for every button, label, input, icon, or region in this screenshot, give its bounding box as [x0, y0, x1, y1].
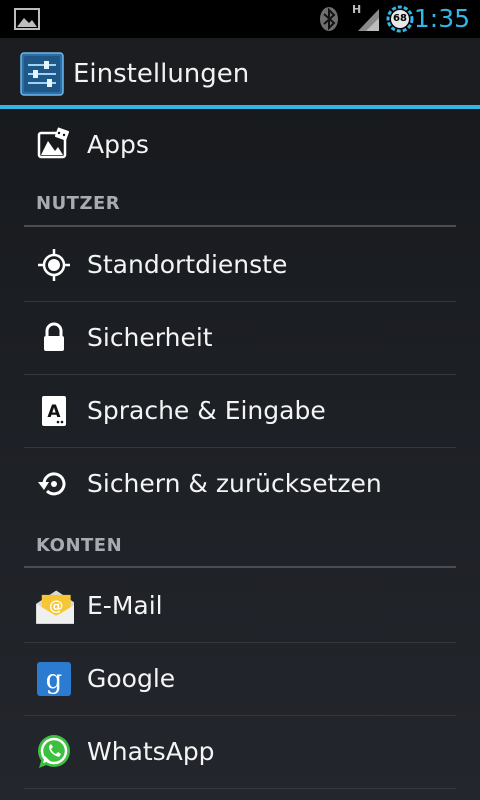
- settings-item-backup[interactable]: Sichern & zurücksetzen: [24, 448, 456, 520]
- settings-item-email[interactable]: @ E-Mail: [24, 570, 456, 642]
- section-divider: [24, 225, 456, 227]
- status-bar: H 68 1:35: [0, 0, 480, 38]
- gallery-icon: [14, 8, 40, 30]
- settings-sliders-icon[interactable]: [20, 52, 64, 96]
- apps-icon: [37, 127, 70, 159]
- settings-item-label: Sicherheit: [87, 323, 213, 352]
- settings-item-location[interactable]: Standortdienste: [24, 229, 456, 301]
- section-divider: [24, 566, 456, 568]
- battery-icon: 68: [386, 5, 414, 33]
- google-icon: g: [37, 662, 71, 696]
- settings-item-security[interactable]: Sicherheit: [24, 302, 456, 374]
- settings-item-google[interactable]: g Google: [24, 643, 456, 715]
- list-divider: [24, 788, 456, 789]
- settings-item-label: E-Mail: [87, 591, 163, 620]
- backup-restore-icon: [38, 472, 66, 496]
- svg-text:A: A: [47, 402, 61, 422]
- svg-text:@: @: [49, 598, 63, 614]
- settings-item-label: Apps: [87, 130, 149, 159]
- settings-item-label: Sichern & zurücksetzen: [87, 469, 382, 498]
- battery-level-text: 68: [393, 13, 407, 24]
- settings-item-label: Google: [87, 664, 176, 693]
- settings-item-whatsapp[interactable]: WhatsApp: [24, 716, 456, 788]
- bluetooth-icon: [320, 7, 338, 31]
- settings-item-label: Sprache & Eingabe: [87, 396, 326, 425]
- network-type-label: H: [352, 3, 362, 16]
- keyboard-a-icon: A: [42, 396, 66, 426]
- email-icon: @: [36, 590, 74, 624]
- section-header-nutzer: NUTZER: [36, 193, 121, 214]
- svg-text:g: g: [46, 665, 63, 695]
- action-bar: Einstellungen: [0, 38, 480, 106]
- section-header-konten: KONTEN: [36, 535, 123, 556]
- settings-item-apps[interactable]: Apps: [24, 109, 456, 181]
- page-title: Einstellungen: [73, 59, 250, 89]
- location-icon: [38, 249, 70, 281]
- clock-time: 1:35: [413, 4, 470, 33]
- lock-icon: [44, 322, 64, 351]
- whatsapp-icon: [38, 735, 70, 768]
- settings-item-language[interactable]: A Sprache & Eingabe: [24, 375, 456, 447]
- settings-item-label: Standortdienste: [87, 250, 288, 279]
- settings-item-label: WhatsApp: [87, 737, 215, 766]
- settings-screen: H 68 1:35 Einstellungen Apps NUTZER Stan…: [0, 0, 480, 800]
